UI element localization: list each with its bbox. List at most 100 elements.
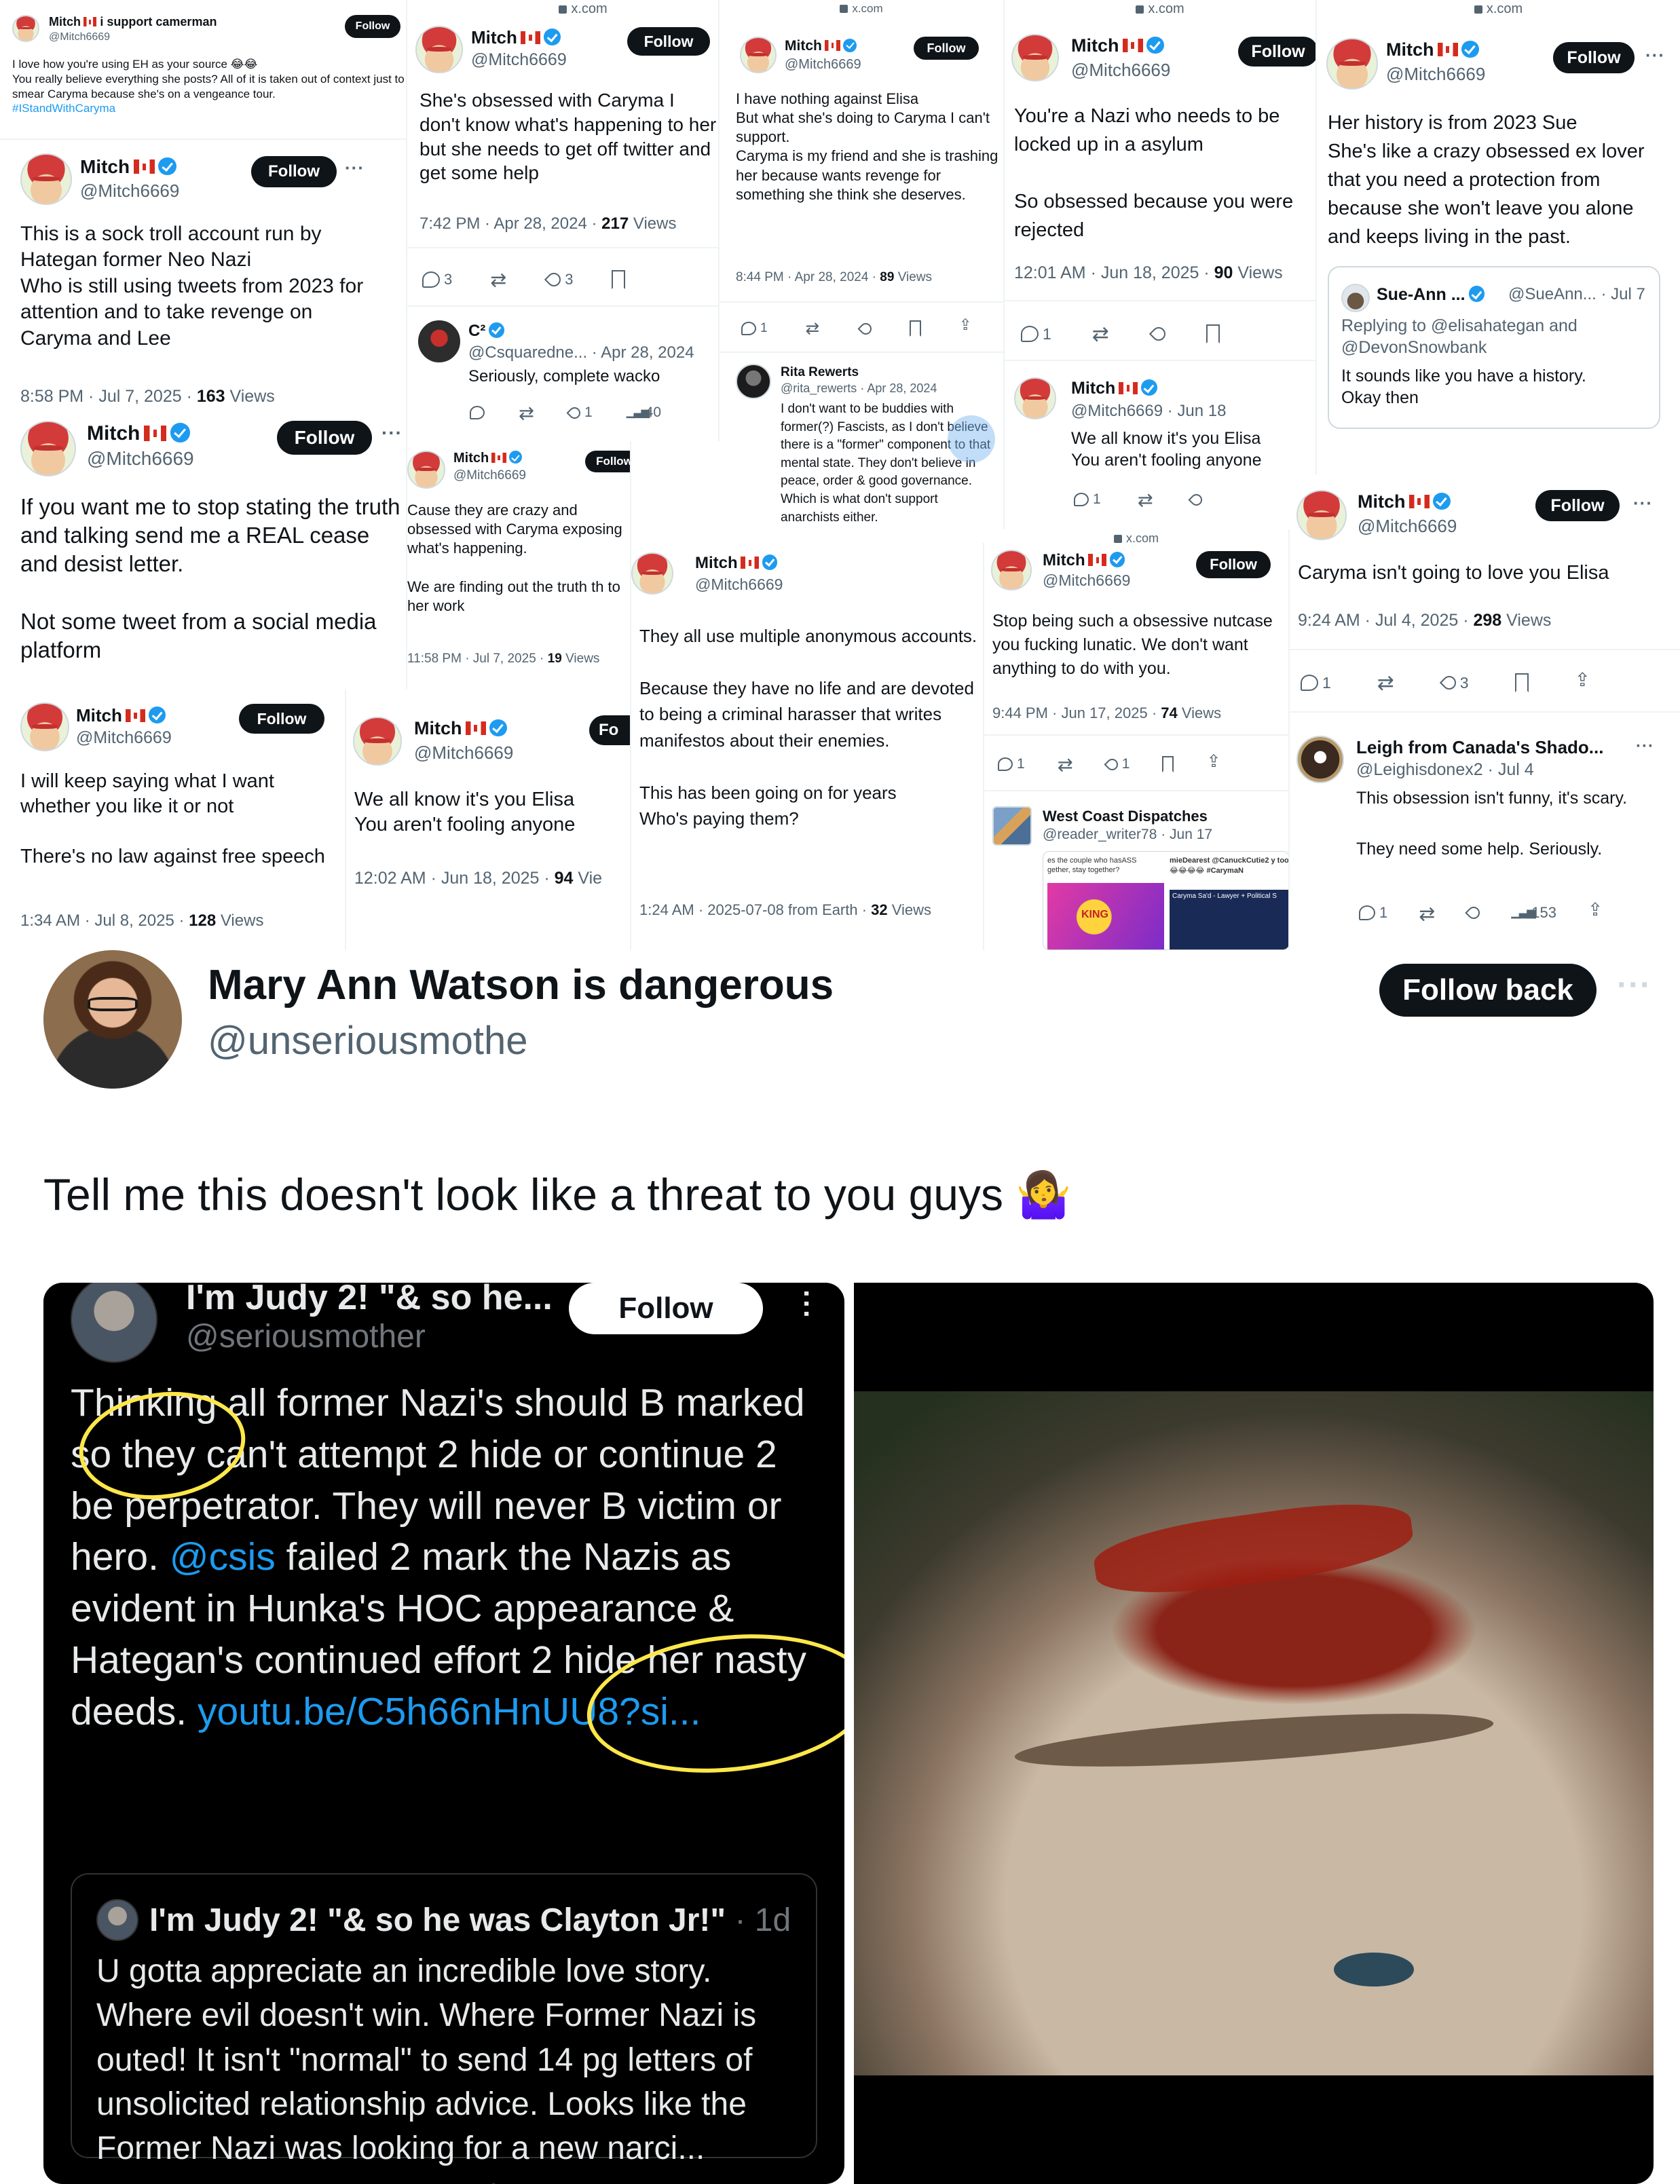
more-options-icon[interactable]: ··· xyxy=(1645,45,1665,66)
user-handle[interactable]: @unseriousmothe xyxy=(208,1018,528,1063)
author-handle[interactable]: @Mitch6669 xyxy=(87,448,194,470)
reply-media-image[interactable]: es the couple who hasASS gether, stay to… xyxy=(1043,851,1288,950)
repost-button[interactable] xyxy=(1058,754,1074,776)
avatar[interactable] xyxy=(740,37,777,73)
more-options-icon[interactable]: ··· xyxy=(1633,493,1653,514)
bookmark-button[interactable] xyxy=(1206,324,1220,343)
more-options-icon[interactable]: ··· xyxy=(790,1289,823,1320)
repost-button[interactable] xyxy=(1092,322,1111,346)
follow-button[interactable]: Follow xyxy=(277,421,372,455)
avatar[interactable] xyxy=(1296,736,1344,783)
author-name[interactable]: Mitch xyxy=(1386,39,1479,60)
browser-url-bar[interactable]: x.com xyxy=(720,0,1003,20)
author-handle[interactable]: @Mitch6669 xyxy=(1386,64,1485,85)
follow-button[interactable]: Follow xyxy=(239,704,324,734)
like-button[interactable]: 3 xyxy=(544,269,574,290)
author-name[interactable]: Mitch xyxy=(1043,551,1125,570)
reply-author-name[interactable]: Mitch xyxy=(1071,379,1157,398)
share-button[interactable] xyxy=(1206,751,1220,772)
like-button[interactable] xyxy=(1465,904,1482,922)
reply-button[interactable]: 1 xyxy=(1301,674,1331,692)
bookmark-button[interactable] xyxy=(1162,756,1174,772)
avatar[interactable] xyxy=(20,153,72,205)
reply-button[interactable]: 3 xyxy=(422,271,452,288)
like-button[interactable] xyxy=(1149,324,1168,344)
follow-button[interactable]: Follow xyxy=(569,1283,763,1334)
reply-author-handle[interactable]: @Mitch6669 · Jun 18 xyxy=(1071,402,1226,421)
follow-button[interactable]: Follow xyxy=(914,37,979,60)
reply-button[interactable]: 1 xyxy=(1359,904,1387,922)
share-button[interactable] xyxy=(1588,899,1603,921)
reply-author-name[interactable]: Leigh from Canada's Shado... xyxy=(1356,737,1603,758)
hashtag-link[interactable]: #IStandWithCaryma xyxy=(12,102,115,115)
follow-button[interactable]: Follow xyxy=(1535,490,1620,521)
author-name[interactable]: Mitch xyxy=(471,27,561,48)
author-name[interactable]: Mitch xyxy=(1358,491,1451,512)
like-button[interactable] xyxy=(857,320,874,337)
more-options-icon[interactable]: ··· xyxy=(345,157,365,178)
author-handle[interactable]: @Mitch6669 xyxy=(1043,571,1130,590)
avatar[interactable] xyxy=(415,26,463,73)
author-name[interactable]: Mitch xyxy=(76,705,166,726)
author-name[interactable]: Mitch xyxy=(414,718,507,739)
embedded-photo[interactable] xyxy=(854,1283,1654,2184)
reply-button[interactable]: 1 xyxy=(741,321,768,336)
browser-url-bar[interactable]: x.com xyxy=(1005,0,1315,20)
browser-url-bar[interactable]: x.com xyxy=(448,0,718,20)
reply-button[interactable]: 1 xyxy=(998,756,1025,772)
follow-button[interactable]: Follow xyxy=(345,15,400,38)
avatar[interactable] xyxy=(418,320,460,362)
tweet-timestamp[interactable]: 12:01 AM · Jun 18, 2025 · 90 Views xyxy=(1014,263,1283,283)
share-button[interactable] xyxy=(1575,669,1591,692)
author-name[interactable]: Mitch xyxy=(1071,35,1164,56)
repost-button[interactable] xyxy=(519,402,535,424)
author-handle[interactable]: @Mitch6669 xyxy=(453,468,526,483)
repost-button[interactable] xyxy=(1138,489,1154,511)
views-button[interactable]: 40 xyxy=(627,404,661,421)
display-name[interactable]: Mary Ann Watson is dangerous xyxy=(208,961,834,1009)
avatar[interactable] xyxy=(12,15,39,42)
author-handle[interactable]: @Mitch6669 xyxy=(49,31,110,43)
tweet-timestamp[interactable]: 11:58 PM · Jul 7, 2025 · 19 Views xyxy=(407,652,599,666)
author-name[interactable]: Mitch xyxy=(453,451,523,466)
more-options-icon[interactable]: ··· xyxy=(381,422,403,444)
author-handle[interactable]: @Mitch6669 xyxy=(471,50,567,70)
reply-button[interactable]: 1 xyxy=(1021,325,1051,343)
follow-button[interactable]: Fo xyxy=(589,715,630,745)
reply-author-handle[interactable]: @rita_rewerts · Apr 28, 2024 xyxy=(781,381,937,396)
author-handle[interactable]: @Mitch6669 xyxy=(76,728,172,748)
follow-button[interactable]: Follow xyxy=(627,27,710,56)
tweet-timestamp[interactable]: 9:44 PM · Jun 17, 2025 · 74 Views xyxy=(992,704,1221,722)
reply-button[interactable] xyxy=(470,406,485,419)
more-options-icon[interactable]: ··· xyxy=(1636,737,1654,756)
author-handle[interactable]: @Mitch6669 xyxy=(785,57,861,73)
avatar[interactable] xyxy=(407,451,445,489)
more-options-icon[interactable]: ··· xyxy=(1617,966,1651,1004)
author-handle[interactable]: @Mitch6669 xyxy=(414,742,513,764)
author-handle[interactable]: @Mitch6669 xyxy=(1071,60,1170,81)
avatar[interactable] xyxy=(1011,34,1059,81)
author-name[interactable]: Mitch xyxy=(695,554,778,573)
reply-button[interactable]: 1 xyxy=(1074,491,1101,508)
author-name[interactable]: Mitch xyxy=(80,156,176,178)
quoted-tweet-card[interactable]: Sue-Ann ... @SueAnn... · Jul 7 Replying … xyxy=(1328,266,1660,429)
author-handle[interactable]: @Mitch6669 xyxy=(1358,516,1457,537)
repost-button[interactable] xyxy=(1419,902,1436,926)
reply-author-name[interactable]: West Coast Dispatches xyxy=(1043,808,1208,825)
tweet-timestamp[interactable]: 1:24 AM · 2025-07-08 from Earth · 32 Vie… xyxy=(639,901,931,919)
bookmark-button[interactable] xyxy=(909,320,921,337)
reply-author-handle[interactable]: @reader_writer78 · Jun 17 xyxy=(1043,827,1212,843)
bookmark-button[interactable] xyxy=(1514,673,1529,692)
follow-button[interactable]: Follow xyxy=(251,156,337,187)
browser-url-bar[interactable]: x.com xyxy=(984,529,1288,550)
tweet-timestamp[interactable]: 9:24 AM · Jul 4, 2025 · 298 Views xyxy=(1298,611,1551,630)
author-handle[interactable]: @Mitch6669 xyxy=(695,576,783,594)
repost-button[interactable] xyxy=(1377,671,1396,695)
tweet-timestamp[interactable]: 12:02 AM · Jun 18, 2025 · 94 Vie xyxy=(354,869,602,888)
embedded-quote-card[interactable]: I'm Judy 2! "& so he was Clayton Jr!" · … xyxy=(71,1873,817,2166)
reply-author-name[interactable]: C² xyxy=(468,322,504,341)
profile-avatar[interactable] xyxy=(43,950,182,1089)
repost-button[interactable] xyxy=(490,268,509,292)
avatar[interactable] xyxy=(20,421,76,476)
like-button[interactable]: 1 xyxy=(566,404,593,421)
